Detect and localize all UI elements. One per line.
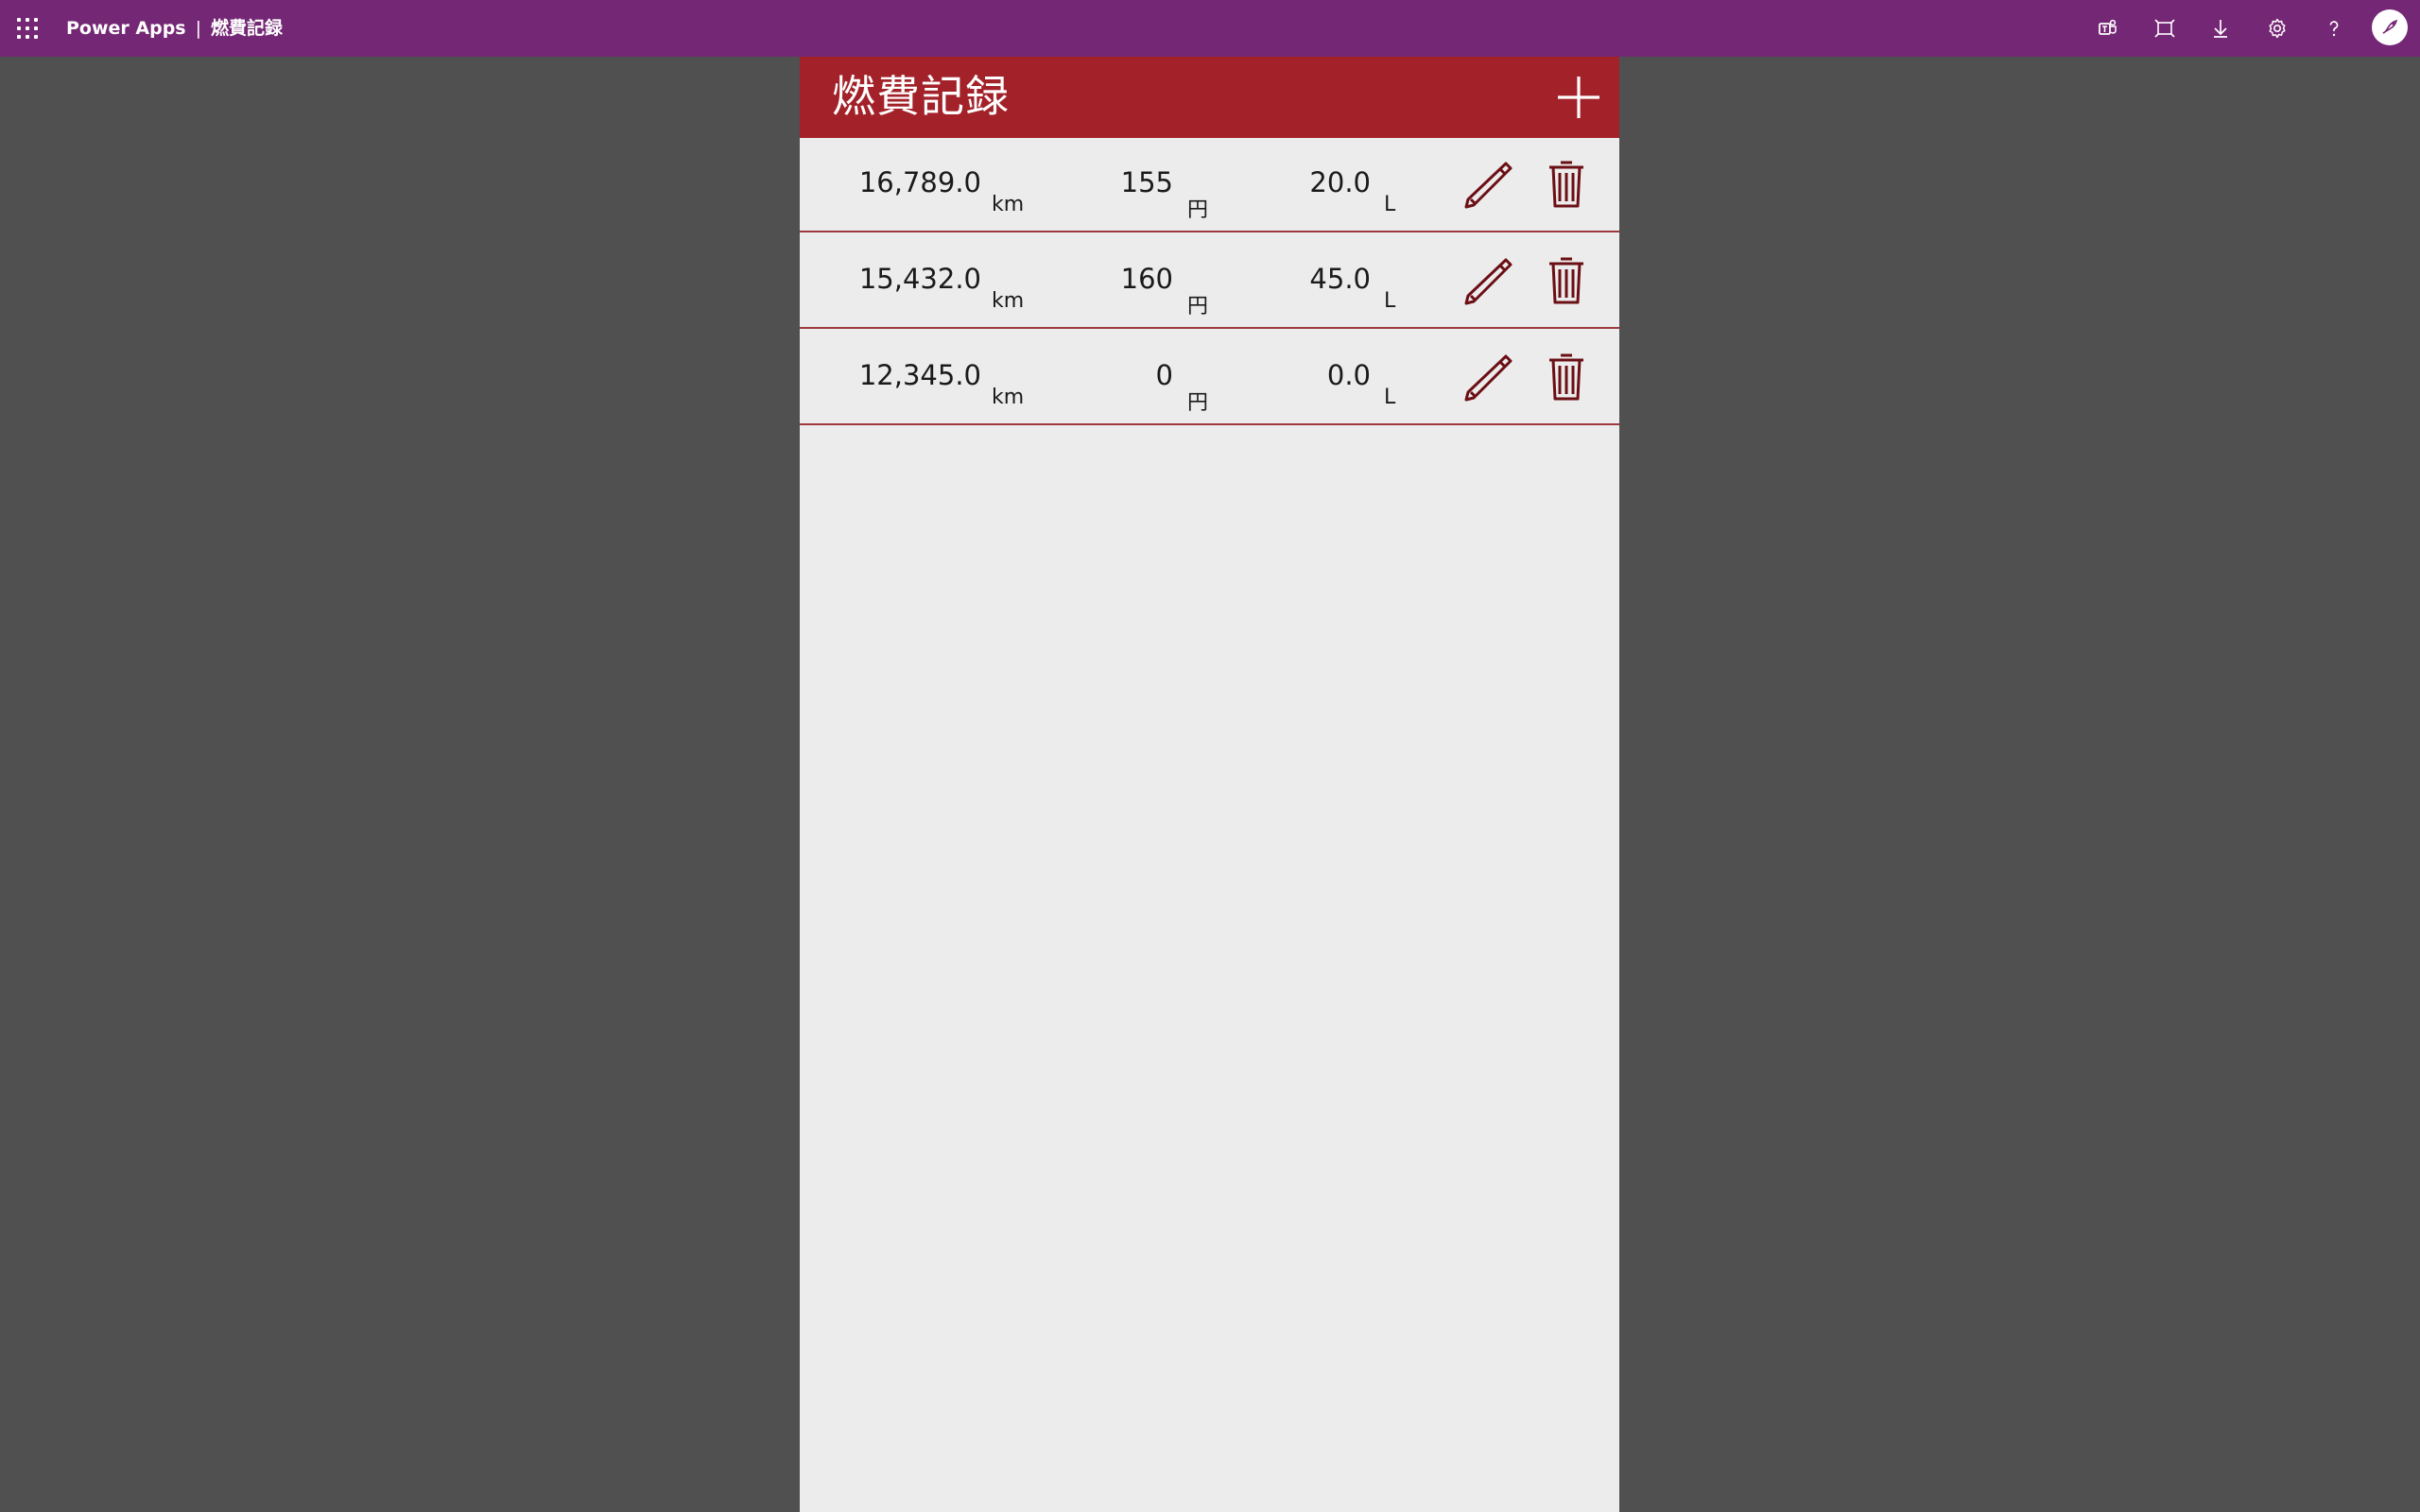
odometer-value: 15,432.0 [858,263,981,295]
price-unit: 円 [1187,391,1209,415]
odometer-value: 16,789.0 [858,166,981,198]
record-row[interactable]: 16,789.0 km 155 円 20.0 L [800,138,1619,232]
fuel-value: 45.0 [1309,263,1371,295]
delete-button[interactable] [1547,256,1585,305]
edit-button[interactable] [1463,352,1514,404]
fit-to-window-icon[interactable] [2150,13,2180,43]
odometer-value: 12,345.0 [858,359,981,391]
fuel-unit: L [1384,193,1396,216]
trash-icon [1549,257,1583,304]
trash-icon [1549,353,1583,401]
price-value: 155 [1120,166,1173,198]
help-icon[interactable] [2319,13,2349,43]
title-separator: | [195,18,202,39]
record-row[interactable]: 15,432.0 km 160 円 45.0 L [800,234,1619,329]
price-unit: 円 [1187,198,1209,222]
record-row[interactable]: 12,345.0 km 0 円 0.0 L [800,331,1619,425]
odometer-unit: km [992,289,1025,313]
app-name: 燃費記録 [211,18,284,39]
plus-icon [1558,77,1599,118]
fuel-unit: L [1384,386,1396,409]
price-unit: 円 [1187,295,1209,318]
add-record-button[interactable] [1555,74,1602,121]
product-name: Power Apps [66,18,186,39]
odometer-unit: km [992,193,1025,216]
edit-button[interactable] [1463,160,1514,211]
teams-icon[interactable] [2093,13,2123,43]
app-launcher-icon[interactable] [17,18,38,39]
pencil-icon [1464,162,1512,209]
fuel-value: 0.0 [1326,359,1371,391]
download-icon[interactable] [2205,13,2236,43]
page-title: 燃費記録 [832,71,1010,122]
trash-icon [1549,161,1583,208]
fuel-value: 20.0 [1309,166,1371,198]
odometer-unit: km [992,386,1025,409]
pencil-icon [1464,258,1512,305]
fuel-unit: L [1384,289,1396,313]
delete-button[interactable] [1547,352,1585,402]
app-canvas: 燃費記録 16,789.0 km 155 円 20.0 L 15,432.0 k [800,57,1619,1512]
app-title: Power Apps | 燃費記録 [66,0,283,57]
app-header: 燃費記録 [800,57,1619,138]
delete-button[interactable] [1547,160,1585,209]
settings-icon[interactable] [2262,13,2292,43]
price-value: 160 [1120,263,1173,295]
edit-button[interactable] [1463,256,1514,307]
power-apps-top-bar: Power Apps | 燃費記録 [0,0,2420,57]
avatar-icon[interactable] [2372,9,2408,45]
price-value: 0 [1155,359,1173,391]
pencil-icon [1464,354,1512,402]
